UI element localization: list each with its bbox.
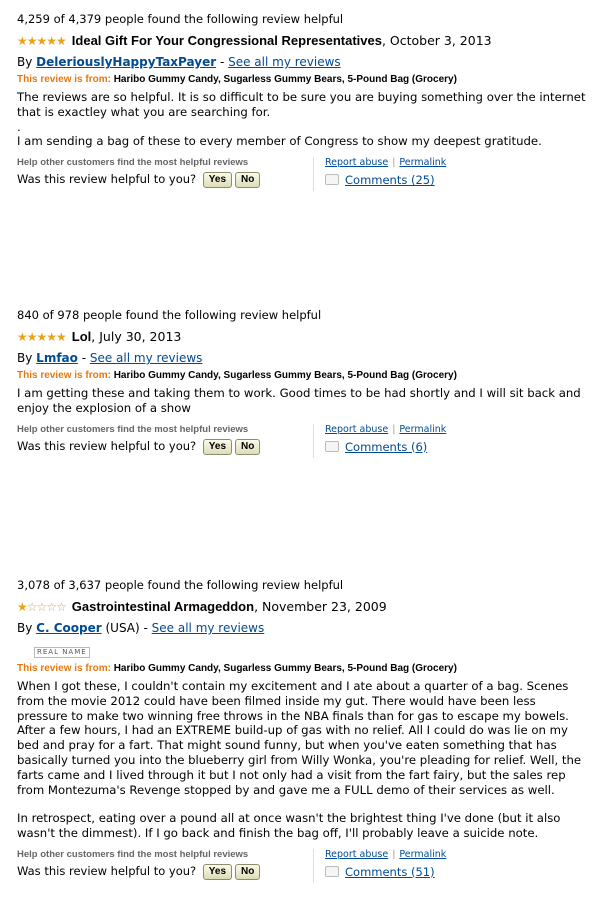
no-button[interactable]: No xyxy=(235,438,261,455)
review-card: 840 of 978 people found the following re… xyxy=(17,308,587,460)
permalink-link[interactable]: Permalink xyxy=(399,424,446,435)
author-link[interactable]: Lmfao xyxy=(36,351,78,365)
review-paragraph: When I got these, I couldn't contain my … xyxy=(17,679,582,797)
review-body: When I got these, I couldn't contain my … xyxy=(17,679,587,841)
review-date: , July 30, 2013 xyxy=(91,329,182,344)
see-all-reviews-link[interactable]: See all my reviews xyxy=(90,351,203,365)
review-header: ★★★★★ Lol, July 30, 2013 xyxy=(17,329,587,345)
byline: By DeleriouslyHappyTaxPayer - See all my… xyxy=(17,55,341,69)
from-label: This review is from: xyxy=(17,74,111,85)
review-from: This review is from: Haribo Gummy Candy,… xyxy=(17,73,587,86)
author-location: (USA) xyxy=(105,621,140,635)
see-all-reviews-link[interactable]: See all my reviews xyxy=(228,55,341,69)
report-abuse-link[interactable]: Report abuse xyxy=(325,849,388,860)
comments-link[interactable]: Comments (25) xyxy=(345,173,435,187)
star-rating: ★★★★★ xyxy=(17,330,67,345)
no-button[interactable]: No xyxy=(235,863,261,880)
help-others-text: Help other customers find the most helpf… xyxy=(17,848,249,860)
review-footer: Help other customers find the most helpf… xyxy=(17,423,587,460)
comment-bubble-icon xyxy=(325,174,339,186)
review-header: ★☆☆☆☆ Gastrointestinal Armageddon, Novemb… xyxy=(17,599,587,615)
help-others-text: Help other customers find the most helpf… xyxy=(17,423,249,435)
from-label: This review is from: xyxy=(17,370,111,381)
review-body: The reviews are so helpful. It is so dif… xyxy=(17,90,587,149)
review-paragraph: In retrospect, eating over a pound all a… xyxy=(17,811,561,841)
report-abuse-link[interactable]: Report abuse xyxy=(325,424,388,435)
separator: | xyxy=(392,423,396,435)
review-date: , November 23, 2009 xyxy=(254,599,387,614)
was-helpful-label: Was this review helpful to you? xyxy=(17,438,197,453)
author-link[interactable]: C. Cooper xyxy=(36,621,101,635)
yes-button[interactable]: Yes xyxy=(202,172,233,189)
review-footer: Help other customers find the most helpf… xyxy=(17,157,587,193)
was-helpful-label: Was this review helpful to you? xyxy=(17,863,197,878)
was-helpful-prompt: Was this review helpful to you? Yes No xyxy=(17,172,261,189)
review-paragraph: . xyxy=(17,119,21,134)
divider xyxy=(313,848,314,883)
review-paragraph: I am getting these and taking them to wo… xyxy=(17,386,581,415)
review-date: , October 3, 2013 xyxy=(381,33,492,48)
comments: Comments (51) xyxy=(325,865,435,879)
comments: Comments (6) xyxy=(325,440,427,454)
review-card: 3,078 of 3,637 people found the followin… xyxy=(17,578,587,885)
review-from: This review is from: Haribo Gummy Candy,… xyxy=(17,662,587,675)
see-all-reviews-link[interactable]: See all my reviews xyxy=(152,621,265,635)
filled-stars-icon: ★ xyxy=(17,600,28,614)
review-from: This review is from: Haribo Gummy Candy,… xyxy=(17,369,587,382)
permalink-link[interactable]: Permalink xyxy=(399,157,446,168)
byline: By Lmfao - See all my reviews xyxy=(17,351,203,365)
comment-bubble-icon xyxy=(325,865,339,877)
review-footer: Help other customers find the most helpf… xyxy=(17,848,587,885)
report-abuse-link[interactable]: Report abuse xyxy=(325,157,388,168)
from-label: This review is from: xyxy=(17,663,111,674)
empty-stars-icon: ☆☆☆☆ xyxy=(26,600,67,614)
helpful-count: 840 of 978 people found the following re… xyxy=(17,308,322,322)
comment-bubble-icon xyxy=(325,440,339,452)
comments-link[interactable]: Comments (6) xyxy=(345,440,427,454)
filled-stars-icon: ★★★★★ xyxy=(17,330,67,344)
review-paragraph: I am sending a bag of these to every mem… xyxy=(17,134,542,149)
by-label: By xyxy=(17,55,33,69)
no-button[interactable]: No xyxy=(235,172,261,189)
by-label: By xyxy=(17,351,33,365)
divider xyxy=(313,423,314,458)
separator: | xyxy=(392,848,396,860)
helpful-count: 3,078 of 3,637 people found the followin… xyxy=(17,578,344,592)
product-name: Haribo Gummy Candy, Sugarless Gummy Bear… xyxy=(113,370,457,381)
help-others-text: Help other customers find the most helpf… xyxy=(17,157,249,169)
review-card: 4,259 of 4,379 people found the followin… xyxy=(17,12,587,193)
comments-link[interactable]: Comments (51) xyxy=(345,865,435,879)
reviews-page: 4,259 of 4,379 people found the followin… xyxy=(0,0,601,903)
helpful-count: 4,259 of 4,379 people found the followin… xyxy=(17,12,344,26)
review-links: Report abuse | Permalink xyxy=(325,849,446,860)
review-title: Gastrointestinal Armageddon xyxy=(71,599,255,614)
star-rating: ★☆☆☆☆ xyxy=(17,600,67,615)
product-name: Haribo Gummy Candy, Sugarless Gummy Bear… xyxy=(113,663,457,674)
permalink-link[interactable]: Permalink xyxy=(399,849,446,860)
product-name: Haribo Gummy Candy, Sugarless Gummy Bear… xyxy=(113,74,457,85)
review-title: Lol xyxy=(71,329,92,344)
review-links: Report abuse | Permalink xyxy=(325,157,446,168)
filled-stars-icon: ★★★★★ xyxy=(17,34,67,48)
review-header: ★★★★★ Ideal Gift For Your Congressional R… xyxy=(17,33,587,49)
author-link[interactable]: DeleriouslyHappyTaxPayer xyxy=(36,55,216,69)
review-title: Ideal Gift For Your Congressional Repres… xyxy=(71,33,382,48)
review-body: I am getting these and taking them to wo… xyxy=(17,386,587,416)
separator: | xyxy=(392,157,396,169)
yes-button[interactable]: Yes xyxy=(202,863,233,880)
comments: Comments (25) xyxy=(325,173,435,187)
was-helpful-prompt: Was this review helpful to you? Yes No xyxy=(17,438,261,455)
byline: By C. Cooper (USA) - See all my reviews xyxy=(17,621,265,635)
was-helpful-prompt: Was this review helpful to you? Yes No xyxy=(17,863,261,880)
review-paragraph: The reviews are so helpful. It is so dif… xyxy=(17,90,586,119)
was-helpful-label: Was this review helpful to you? xyxy=(17,172,197,187)
real-name-badge[interactable]: REAL NAME xyxy=(34,647,90,658)
review-links: Report abuse | Permalink xyxy=(325,424,446,435)
divider xyxy=(313,157,314,192)
yes-button[interactable]: Yes xyxy=(202,438,233,455)
star-rating: ★★★★★ xyxy=(17,34,67,49)
by-label: By xyxy=(17,621,33,635)
